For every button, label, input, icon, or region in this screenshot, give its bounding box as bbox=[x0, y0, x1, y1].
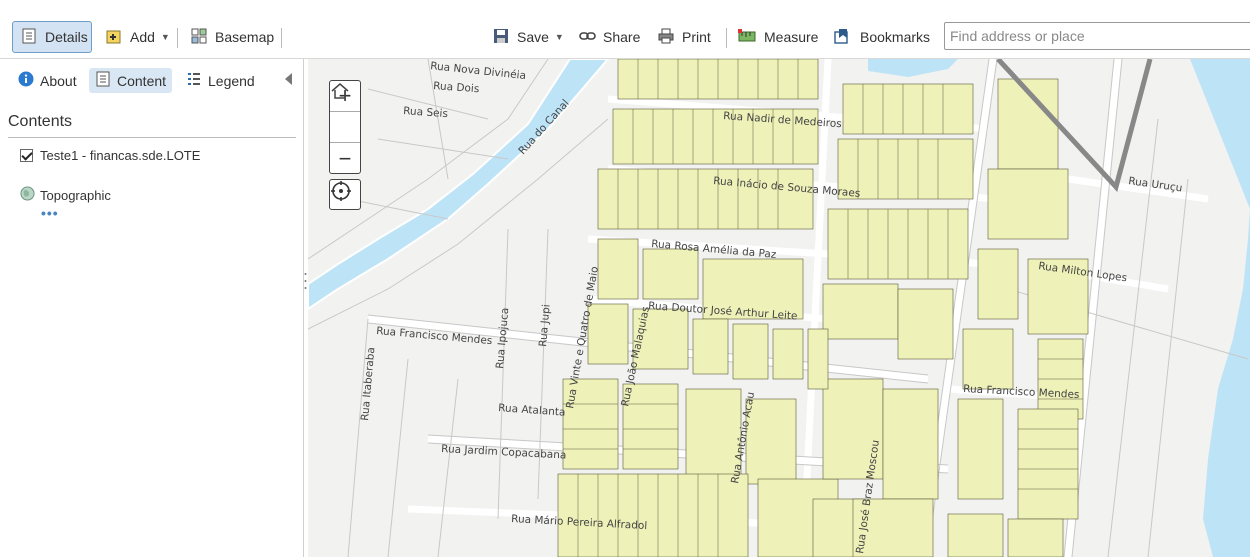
map-view[interactable]: Rua Nova Divinéia Rua Dois Rua Seis Rua … bbox=[308, 59, 1250, 557]
add-button[interactable]: Add ▼ bbox=[106, 22, 170, 52]
layer-label[interactable]: Teste1 - financas.sde.LOTE bbox=[40, 148, 200, 163]
tab-legend-label: Legend bbox=[208, 72, 255, 89]
share-label: Share bbox=[603, 29, 641, 45]
print-button[interactable]: Print bbox=[658, 22, 711, 52]
save-button[interactable]: Save ▼ bbox=[493, 22, 564, 52]
top-strip bbox=[0, 0, 1250, 14]
printer-icon bbox=[658, 28, 676, 46]
collapse-panel-icon[interactable] bbox=[285, 73, 292, 85]
tab-about-label: About bbox=[40, 72, 77, 89]
tab-about[interactable]: About bbox=[12, 68, 83, 93]
main-toolbar: Details Add ▼ Basemap Save ▼ Share Print… bbox=[0, 14, 1250, 59]
more-options-icon[interactable]: ••• bbox=[41, 205, 59, 221]
toolbar-divider bbox=[726, 28, 727, 48]
bookmark-icon bbox=[834, 28, 852, 46]
info-icon bbox=[18, 71, 34, 90]
contents-divider bbox=[8, 137, 296, 138]
home-icon bbox=[331, 83, 349, 99]
layer-item: Teste1 - financas.sde.LOTE bbox=[20, 148, 200, 163]
home-button[interactable] bbox=[330, 83, 360, 143]
add-icon bbox=[106, 28, 124, 46]
map-viewer-app: Details Add ▼ Basemap Save ▼ Share Print… bbox=[0, 0, 1250, 557]
tab-content-label: Content bbox=[117, 72, 167, 89]
chevron-down-icon: ▼ bbox=[554, 32, 564, 42]
link-icon bbox=[579, 28, 597, 46]
map-canvas[interactable]: Rua Nova Divinéia Rua Dois Rua Seis Rua … bbox=[308, 59, 1250, 557]
basemap-icon bbox=[191, 28, 209, 46]
crosshair-icon bbox=[331, 181, 351, 201]
chevron-down-icon: ▼ bbox=[160, 32, 170, 42]
ruler-icon bbox=[738, 28, 756, 46]
share-button[interactable]: Share bbox=[579, 22, 640, 52]
add-label: Add bbox=[130, 29, 155, 45]
basemap-button[interactable]: Basemap bbox=[191, 22, 274, 52]
basemap-item: Topographic bbox=[20, 186, 111, 204]
globe-icon bbox=[20, 186, 35, 204]
contents-heading: Contents bbox=[8, 113, 73, 130]
locate-button[interactable] bbox=[329, 179, 361, 210]
basemap-label: Basemap bbox=[215, 29, 275, 45]
save-icon bbox=[493, 28, 511, 46]
search-input[interactable] bbox=[944, 22, 1250, 50]
bookmarks-label: Bookmarks bbox=[860, 29, 931, 45]
zoom-out-button[interactable]: − bbox=[330, 143, 360, 174]
measure-label: Measure bbox=[764, 29, 819, 45]
content-icon bbox=[95, 71, 111, 90]
toolbar-divider bbox=[177, 28, 178, 48]
tab-content[interactable]: Content bbox=[89, 68, 173, 93]
sidebar-panel: About Content Legend Contents Teste1 - f… bbox=[0, 59, 304, 557]
legend-icon bbox=[186, 71, 202, 90]
tab-legend[interactable]: Legend bbox=[180, 68, 261, 93]
zoom-controls: + − bbox=[329, 80, 361, 174]
print-label: Print bbox=[682, 29, 711, 45]
panel-resize-handle[interactable] bbox=[304, 270, 307, 292]
measure-button[interactable]: Measure bbox=[738, 22, 818, 52]
details-icon bbox=[21, 28, 39, 46]
layer-visibility-checkbox[interactable] bbox=[20, 149, 33, 162]
details-label: Details bbox=[45, 29, 88, 45]
toolbar-divider bbox=[281, 28, 282, 48]
bookmarks-button[interactable]: Bookmarks bbox=[834, 22, 930, 52]
details-button[interactable]: Details bbox=[12, 21, 92, 53]
save-label: Save bbox=[517, 29, 549, 45]
basemap-layer-label[interactable]: Topographic bbox=[40, 188, 111, 203]
